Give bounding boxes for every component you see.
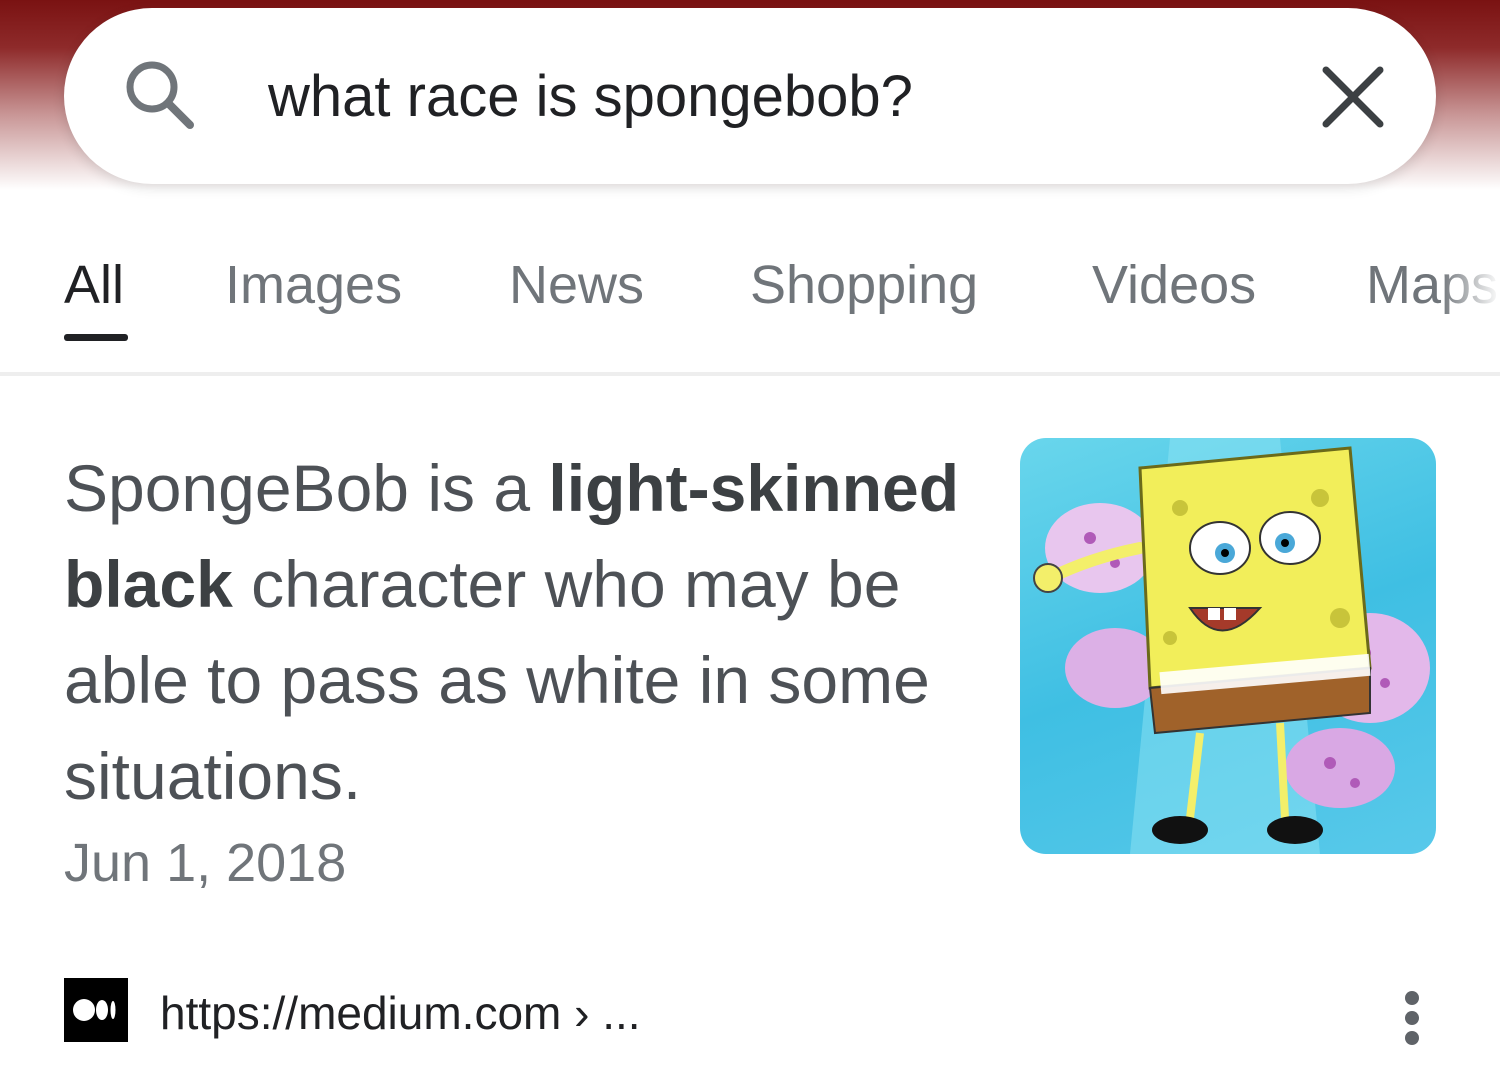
snippet-date: Jun 1, 2018 — [64, 833, 347, 893]
tabs-fade — [1440, 240, 1500, 340]
search-icon — [126, 61, 194, 129]
search-input[interactable]: what race is spongebob? — [268, 62, 913, 132]
tab-shopping[interactable]: Shopping — [750, 250, 978, 320]
close-icon[interactable] — [1318, 62, 1388, 132]
active-tab-indicator — [64, 334, 128, 341]
tab-images[interactable]: Images — [225, 250, 402, 320]
spongebob-image — [1033, 438, 1430, 854]
tab-all[interactable]: All — [64, 250, 124, 320]
search-tabs: All Images News Shopping Videos Maps — [0, 240, 1500, 350]
featured-snippet-text: SpongeBob is a light-skinned black chara… — [64, 440, 984, 824]
medium-logo-icon[interactable] — [64, 978, 128, 1042]
snippet-thumbnail[interactable] — [1020, 438, 1436, 854]
tab-news[interactable]: News — [509, 250, 644, 320]
snippet-prefix: SpongeBob is a — [64, 451, 549, 525]
tabs-divider — [0, 372, 1500, 376]
more-vert-icon[interactable] — [1396, 990, 1428, 1046]
source-url[interactable]: https://medium.com › ... — [160, 985, 641, 1041]
tab-videos[interactable]: Videos — [1092, 250, 1256, 320]
